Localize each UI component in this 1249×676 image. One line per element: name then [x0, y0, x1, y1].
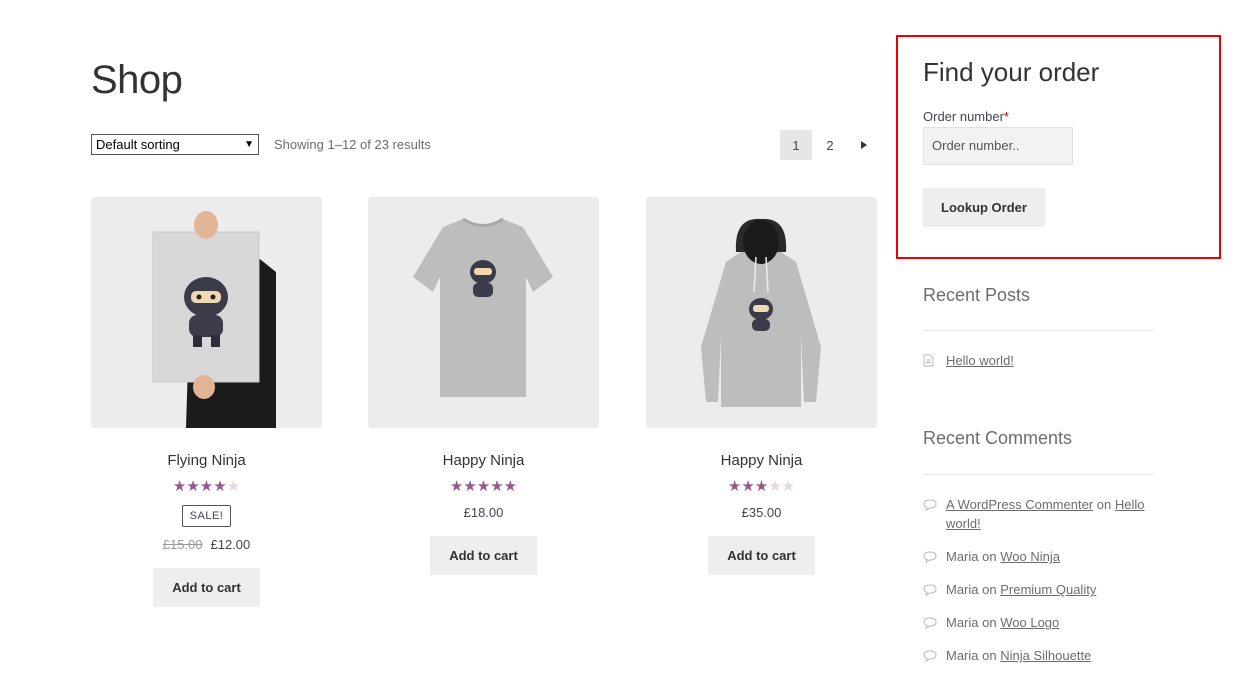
- divider: [923, 474, 1154, 475]
- comment-author: Maria: [946, 615, 979, 630]
- comment-author: Maria: [946, 582, 979, 597]
- order-number-label: Order number*: [923, 109, 1009, 124]
- recent-comment-item: Maria on Premium Quality: [923, 580, 1154, 599]
- comment-icon: [923, 615, 937, 634]
- comment-post-link[interactable]: Woo Logo: [1000, 615, 1059, 630]
- recent-comment-item: A WordPress Commenter on Hello world!: [923, 495, 1154, 533]
- next-page-button[interactable]: [848, 130, 880, 160]
- product-image-flying-ninja[interactable]: [91, 197, 322, 428]
- price: £18.00: [463, 505, 504, 520]
- recent-post-link[interactable]: Hello world!: [946, 353, 1014, 368]
- star-rating: ★★★★★: [646, 479, 877, 495]
- add-to-cart-button[interactable]: Add to cart: [430, 536, 537, 575]
- price: £35.00: [741, 505, 782, 520]
- comment-connector: on: [982, 582, 997, 597]
- product-image-happy-ninja-hoodie[interactable]: [646, 197, 877, 428]
- arrow-right-icon: [861, 141, 867, 149]
- comment-post-link[interactable]: Woo Ninja: [1000, 549, 1060, 564]
- comment-author-link[interactable]: A WordPress Commenter: [946, 497, 1093, 512]
- page-1: 1: [780, 130, 812, 160]
- comment-post-link[interactable]: Premium Quality: [1000, 582, 1096, 597]
- comment-author: Maria: [946, 648, 979, 663]
- star-filled-icon: ★★★★: [172, 478, 227, 495]
- star-empty-icon: ★: [226, 478, 241, 495]
- star-filled-icon: ★★★: [727, 478, 769, 495]
- recent-post-item: Hello world!: [923, 351, 1154, 370]
- sale-badge: SALE!: [181, 505, 232, 527]
- sorting-value: Default sorting: [96, 137, 180, 152]
- sorting-select[interactable]: Default sorting ▼: [91, 134, 259, 155]
- comment-connector: on: [1096, 497, 1112, 512]
- product-card: Happy Ninja ★★★★★ £18.00 Add to cart: [368, 197, 599, 575]
- old-price: £15.00: [162, 537, 203, 552]
- add-to-cart-button[interactable]: Add to cart: [708, 536, 815, 575]
- sale-price: £12.00: [210, 537, 251, 552]
- recent-comment-item: Maria on Woo Ninja: [923, 547, 1154, 566]
- result-count: Showing 1–12 of 23 results: [274, 137, 431, 152]
- star-empty-icon: ★★: [768, 478, 796, 495]
- comment-icon: [923, 549, 937, 568]
- order-lookup-title: Find your order: [923, 57, 1100, 87]
- pagination: 1 2: [780, 130, 880, 160]
- product-card: Flying Ninja ★★★★★ SALE! £15.00 £12.00 Ad…: [91, 197, 322, 607]
- divider: [923, 330, 1154, 331]
- product-card: Happy Ninja ★★★★★ £35.00 Add to cart: [646, 197, 877, 575]
- recent-comment-item: Maria on Woo Logo: [923, 613, 1154, 632]
- comment-connector: on: [982, 549, 997, 564]
- comment-connector: on: [982, 615, 997, 630]
- page-2[interactable]: 2: [814, 130, 846, 160]
- document-icon: [923, 353, 934, 372]
- product-name[interactable]: Happy Ninja: [368, 452, 599, 469]
- comment-post-link[interactable]: Ninja Silhouette: [1000, 648, 1091, 663]
- comment-icon: [923, 582, 937, 601]
- page-title: Shop: [91, 58, 183, 102]
- star-rating: ★★★★★: [91, 479, 322, 495]
- order-number-label-text: Order number: [923, 109, 1004, 124]
- product-image-happy-ninja-tshirt[interactable]: [368, 197, 599, 428]
- product-name[interactable]: Flying Ninja: [91, 452, 322, 469]
- add-to-cart-button[interactable]: Add to cart: [153, 568, 260, 607]
- recent-comments-title: Recent Comments: [923, 428, 1073, 448]
- comment-connector: on: [982, 648, 997, 663]
- product-name[interactable]: Happy Ninja: [646, 452, 877, 469]
- recent-comment-item: Maria on Ninja Silhouette: [923, 646, 1154, 665]
- comment-author: Maria: [946, 549, 979, 564]
- comment-icon: [923, 497, 937, 516]
- comment-icon: [923, 648, 937, 667]
- price: £15.00 £12.00: [91, 537, 322, 552]
- star-filled-icon: ★★★★★: [449, 478, 518, 495]
- star-rating: ★★★★★: [368, 479, 599, 495]
- lookup-order-button[interactable]: Lookup Order: [923, 188, 1045, 227]
- required-mark: *: [1003, 109, 1009, 124]
- recent-posts-title: Recent Posts: [923, 285, 1031, 305]
- order-number-input[interactable]: Order number..: [923, 127, 1073, 165]
- dropdown-arrow-icon: ▼: [244, 139, 254, 150]
